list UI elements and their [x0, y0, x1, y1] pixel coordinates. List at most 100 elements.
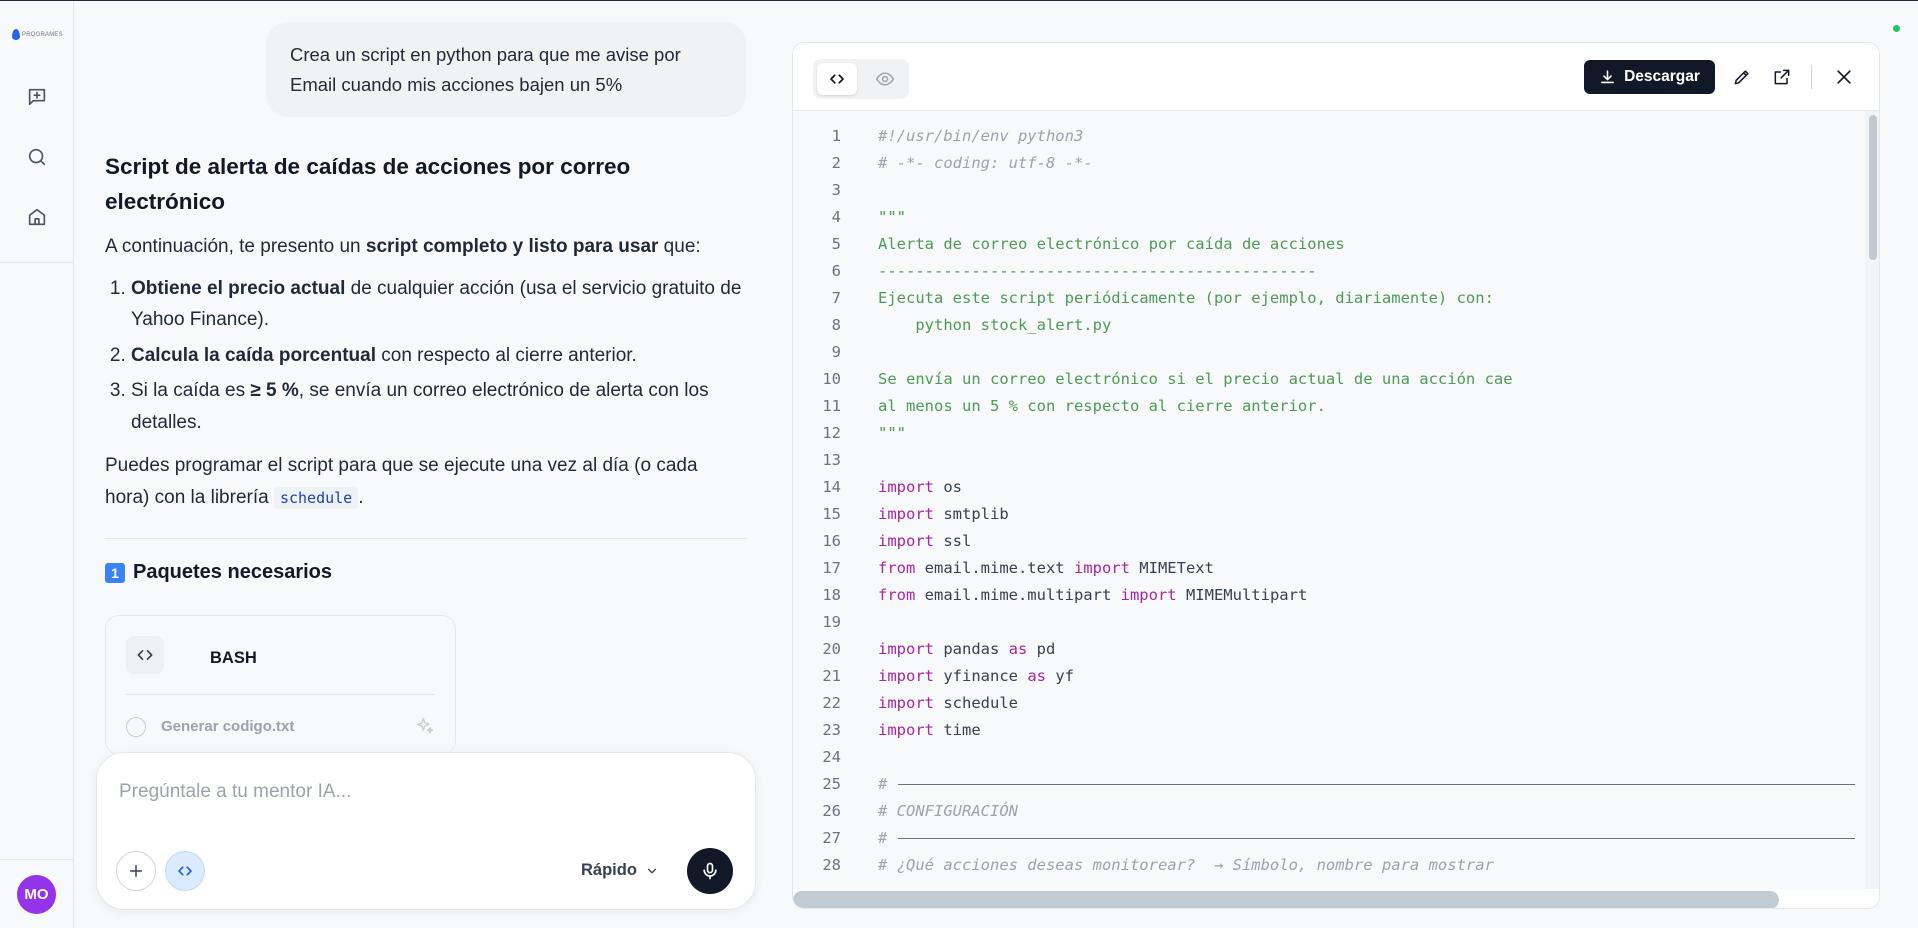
comment-rule [898, 784, 1855, 785]
sidebar-divider [0, 262, 74, 263]
line-number: 13 [822, 451, 841, 469]
toolbar-divider [1811, 65, 1812, 89]
new-chat-button[interactable] [22, 82, 52, 112]
avatar[interactable]: MO [17, 875, 56, 914]
code-identifier: ssl [934, 532, 972, 550]
code-text: import schedule [878, 690, 1018, 717]
code-mode-button[interactable] [165, 851, 205, 891]
chat-composer: Rápido [96, 752, 756, 910]
code-editor[interactable]: 1 #!/usr/bin/env python3 2 # -*- coding: ut… [793, 111, 1865, 889]
mode-selector[interactable]: Rápido [581, 861, 659, 880]
view-toggle [813, 59, 909, 99]
answer-intro: A continuación, te presento un script co… [105, 231, 747, 263]
line-number: 24 [822, 748, 841, 766]
code-keyword: import [1120, 586, 1177, 604]
line-number: 20 [822, 640, 841, 658]
code-identifier: smtplib [934, 505, 1009, 523]
line-number: 28 [822, 856, 841, 874]
code-line: 28 # ¿Qué acciones deseas monitorear? → S… [793, 852, 1865, 879]
external-link-icon [1774, 69, 1790, 85]
code-line: 8 python stock_alert.py [793, 312, 1865, 339]
comment-rule [898, 838, 1855, 839]
code-line: 3 [793, 177, 1865, 204]
code-docstring: ----------------------------------------… [878, 262, 1317, 280]
code-text: #!/usr/bin/env python3 [878, 123, 1083, 150]
answer-list: Obtiene el precio actual de cualquier ac… [105, 273, 747, 439]
inline-code: schedule [273, 486, 359, 509]
answer-paragraph: Puedes programar el script para que se e… [105, 450, 747, 514]
code-line: 11 al menos un 5 % con respecto al cierre… [793, 393, 1865, 420]
open-external-button[interactable] [1768, 63, 1796, 91]
code-text: al menos un 5 % con respecto al cierre a… [878, 393, 1326, 420]
code-identifier: os [934, 478, 962, 496]
code-text: # -*- coding: utf-8 -*- [878, 150, 1093, 177]
close-button[interactable] [1830, 63, 1858, 91]
horizontal-scrollbar[interactable] [793, 889, 1879, 908]
code-line: 24 [793, 744, 1865, 771]
code-comment: # CONFIGURACIÓN [878, 802, 1018, 820]
vertical-scroll-thumb[interactable] [1869, 115, 1877, 260]
line-number: 2 [831, 154, 841, 172]
download-button[interactable]: Descargar [1584, 60, 1715, 94]
section-divider [105, 538, 747, 539]
code-view-tab[interactable] [817, 63, 857, 95]
home-button[interactable] [22, 202, 52, 232]
code-line: 4 """ [793, 204, 1865, 231]
code-text: # ¿Qué acciones deseas monitorear? → Sím… [878, 852, 1494, 879]
preview-tab[interactable] [865, 63, 905, 95]
code-comment: #!/usr/bin/env python3 [878, 127, 1084, 145]
code-icon [830, 74, 844, 84]
code-identifier: schedule [934, 694, 1018, 712]
code-line: 5 Alerta de correo electrónico por caída … [793, 231, 1865, 258]
line-number: 21 [822, 667, 841, 685]
code-line: 6 ---------------------------------------… [793, 258, 1865, 285]
code-icon [178, 866, 192, 876]
line-number: 6 [831, 262, 841, 280]
code-card[interactable]: BASH Generar codigo.txt [105, 615, 456, 755]
keycap-number-icon: 1 [105, 562, 125, 583]
search-icon [28, 148, 46, 166]
attach-button[interactable] [116, 851, 156, 891]
code-line: 19 [793, 609, 1865, 636]
logo-text: PROGRAMES [22, 31, 63, 38]
code-line: 23 import time [793, 717, 1865, 744]
code-text: """ [878, 420, 906, 447]
microphone-button[interactable] [687, 848, 733, 894]
vertical-scrollbar[interactable] [1865, 111, 1879, 889]
status-dot [1893, 25, 1900, 32]
line-number: 5 [831, 235, 841, 253]
line-number: 19 [822, 613, 841, 631]
app-logo[interactable]: PROGRAMES [12, 29, 63, 40]
code-panel: Descargar 1 #!/usr/bin/env python3 2 # -*- … [792, 42, 1880, 909]
mode-label: Rápido [581, 861, 637, 879]
horizontal-scroll-thumb[interactable] [793, 891, 1779, 908]
chevron-down-icon [647, 868, 657, 873]
code-identifier: MIMEText [1129, 559, 1214, 577]
code-text: Se envía un correo electrónico si el pre… [878, 366, 1513, 393]
line-number: 23 [822, 721, 841, 739]
generate-radio[interactable] [126, 717, 146, 737]
code-line: 27 # [793, 825, 1865, 852]
code-identifier: pd [1027, 640, 1056, 658]
edit-button[interactable] [1728, 63, 1756, 91]
code-keyword: import [878, 667, 934, 685]
list-item-bold: Calcula la caída porcentual [131, 344, 376, 366]
chat-column: Crea un script en python para que me avi… [74, 1, 774, 928]
plus-icon [130, 865, 142, 877]
code-line: 16 import ssl [793, 528, 1865, 555]
code-keyword: from [878, 559, 916, 577]
chat-input[interactable] [119, 781, 719, 803]
home-icon [28, 208, 46, 226]
code-line: 12 """ [793, 420, 1865, 447]
code-line: 26 # CONFIGURACIÓN [793, 798, 1865, 825]
sparkle-icon[interactable] [415, 716, 435, 736]
code-line: 1 #!/usr/bin/env python3 [793, 123, 1865, 150]
code-keyword: as [1008, 640, 1028, 658]
paragraph-end: . [358, 486, 364, 508]
code-text: import time [878, 717, 981, 744]
code-line: 9 [793, 339, 1865, 366]
code-card-icon-box [126, 636, 164, 674]
search-button[interactable] [22, 142, 52, 172]
section-heading: 1 Paquetes necesarios [105, 561, 747, 584]
list-item-text: con respecto al cierre anterior. [375, 344, 637, 366]
